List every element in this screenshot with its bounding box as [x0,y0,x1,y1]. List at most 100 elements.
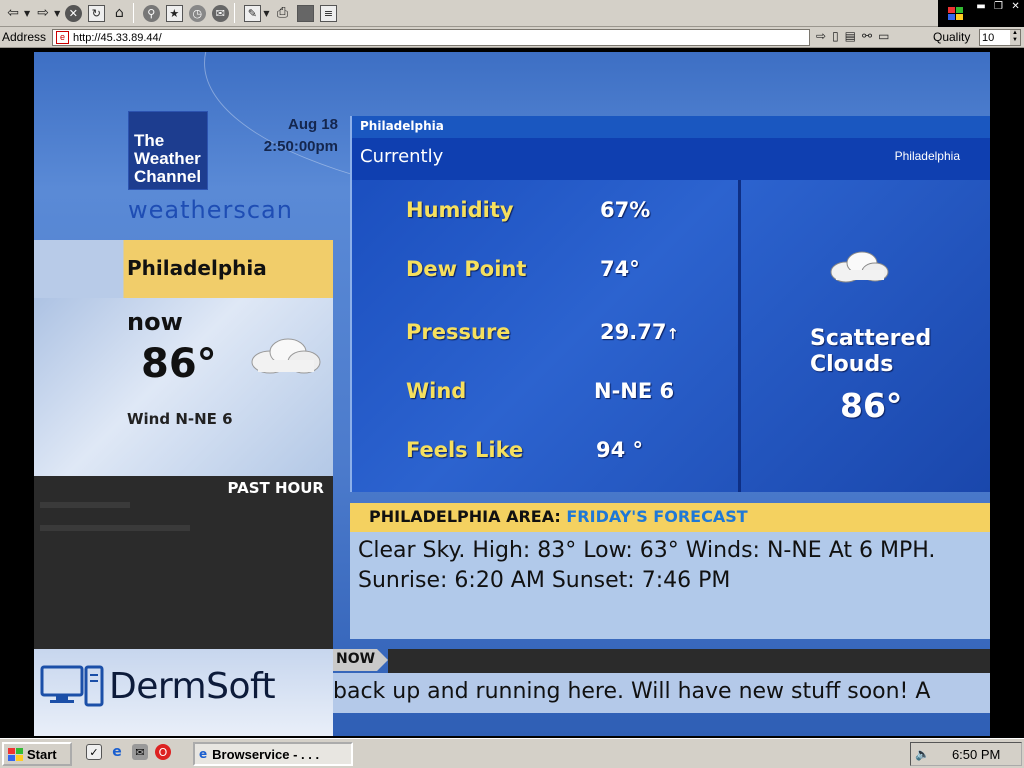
opera-icon[interactable]: O [155,744,171,760]
close-icon[interactable]: ✕ [1011,2,1019,12]
forward-dropdown-icon[interactable]: ▼ [54,9,60,18]
forecast-header: PHILADELPHIA AREA: FRIDAY'S FORECAST [350,503,990,532]
address-bar: Address e http://45.33.89.44/ ⇨ ▯ ▤ ⚯ ▭ … [0,27,1024,48]
news-ticker: back up and running here. Will have new … [333,673,990,713]
forecast-area: PHILADELPHIA AREA: FRIDAY'S FORECAST [369,507,748,526]
go-icon[interactable]: ⇨ [816,29,826,43]
mail-button[interactable]: ✉ [210,2,230,24]
wind-label: Wind [406,379,467,403]
refresh-button[interactable]: ↻ [86,2,106,24]
conditions-temperature: 86° [840,386,903,425]
favorites-icon: ★ [165,4,183,22]
start-label: Start [27,746,57,762]
back-dropdown-icon[interactable]: ▼ [24,9,30,18]
quick-launch: ✓ e ✉ O [86,744,178,760]
mail-icon: ✉ [211,4,229,22]
page-icon: ≡ [319,4,337,22]
forecast-panel: Clear Sky. High: 83° Low: 63° Winds: N-N… [350,532,990,639]
search-button[interactable]: ⚲ [141,2,161,24]
windows-logo-icon [8,747,23,761]
discuss-button[interactable] [295,2,315,24]
window-controls: ▬ ❐ ✕ [972,0,1024,27]
cloud-icon [251,338,321,374]
taskbar-item-browservice[interactable]: e Browservice - . . . [193,742,353,766]
dewpoint-label: Dew Point [406,257,527,281]
past-hour-title: PAST HOUR [227,479,324,497]
ticker-text: back up and running here. Will have new … [333,679,931,704]
forecast-day: FRIDAY'S FORECAST [566,507,748,526]
sponsor-panel: DermSoft [34,649,333,736]
address-label: Address [2,30,47,44]
toolbar-divider [234,3,236,23]
dewpoint-value: 74° [600,257,640,281]
pressure-trend-icon: ↑ [666,325,680,343]
cloud-icon [830,251,889,283]
ticker-bar [388,649,990,675]
volume-icon[interactable]: 🔈 [915,747,930,761]
refresh-icon: ↻ [87,4,105,22]
edit-button[interactable]: ✎ [242,2,262,24]
history-button[interactable]: ◷ [187,2,207,24]
history-icon[interactable]: ▤ [845,29,856,43]
wind-value: N-NE 6 [594,379,675,403]
past-hour-line [40,502,130,508]
task-label: Browservice - . . . [212,746,320,762]
browser-icon: e [199,747,208,761]
weather-channel-logo: The Weather Channel [128,111,208,190]
internet-explorer-icon[interactable]: e [109,744,125,760]
stop-icon: ✕ [64,4,82,22]
clipboard-icon[interactable]: ▭ [878,29,889,43]
conditions-city: Philadelphia [360,119,444,133]
edit-icon: ✎ [243,4,261,22]
quality-spinner-icon[interactable]: ▲ ▼ [1010,30,1020,45]
feelslike-label: Feels Like [406,438,524,462]
search-icon: ⚲ [142,4,160,22]
city-name: Philadelphia [127,256,267,280]
find-icon[interactable]: ⚯ [862,29,872,43]
stop-button[interactable]: ✕ [63,2,83,24]
home-icon[interactable]: ⌂ [109,2,129,24]
quality-label: Quality [933,30,971,44]
outlook-icon[interactable]: ✉ [132,744,148,760]
taskbar: Start ✓ e ✉ O e Browservice - . . . 🔈 6:… [0,738,1024,768]
now-temperature: 86° [141,341,217,387]
start-button[interactable]: Start [2,742,72,766]
minimize-icon[interactable]: ▬ [976,2,985,12]
forecast-text: Clear Sky. High: 83° Low: 63° Winds: N-N… [358,538,936,593]
conditions-description: Scattered Clouds [810,326,932,377]
computer-icon [40,665,104,707]
bookmark-icon[interactable]: ▯ [832,29,839,43]
past-hour-panel: PAST HOUR [34,476,333,649]
now-label: now [127,308,183,336]
discuss-icon [296,4,314,22]
toolbar-divider [133,3,135,23]
page-button[interactable]: ≡ [318,2,338,24]
conditions-city-right: Philadelphia [894,149,960,163]
favorites-button[interactable]: ★ [164,2,184,24]
forecast-area-label: PHILADELPHIA AREA: [369,507,561,526]
quality-input[interactable]: 10 ▲ ▼ [979,29,1021,46]
system-tray: 🔈 6:50 PM [910,742,1022,766]
sponsor-name: DermSoft [109,666,276,707]
windows-logo-icon [938,0,972,27]
browser-toolbar: ⇦ ▼ ⇨ ▼ ✕ ↻ ⌂ ⚲ ★ ◷ ✉ ✎ ▼ ⎙ ≡ [0,0,1024,27]
quality-value: 10 [982,31,995,44]
back-icon[interactable]: ⇦ [3,2,23,24]
forward-icon[interactable]: ⇨ [33,2,53,24]
url-field[interactable]: e http://45.33.89.44/ [52,29,810,46]
humidity-value: 67% [600,198,651,222]
feelslike-value: 94 ° [596,438,644,462]
weatherscan-brand: weatherscan [128,196,293,224]
url-text: http://45.33.89.44/ [73,31,162,44]
edit-dropdown-icon[interactable]: ▼ [263,9,269,18]
history-icon: ◷ [188,4,206,22]
humidity-label: Humidity [406,198,514,222]
print-icon[interactable]: ⎙ [272,2,292,24]
time-display: 2:50:00pm [263,138,338,155]
clock: 6:50 PM [951,746,1001,762]
restore-icon[interactable]: ❐ [994,2,1003,12]
past-hour-line [40,525,190,531]
show-desktop-icon[interactable]: ✓ [86,744,102,760]
conditions-header: Currently Philadelphia [350,138,990,180]
weatherscan-screen: The Weather Channel weatherscan Aug 18 2… [34,52,990,736]
